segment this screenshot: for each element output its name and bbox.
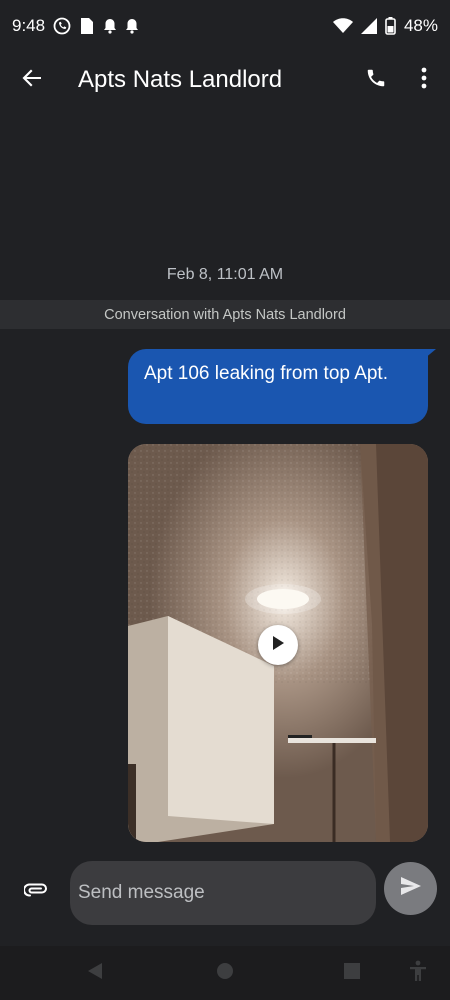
nav-accessibility-button[interactable] — [403, 960, 433, 986]
nav-back-button[interactable] — [80, 960, 110, 986]
whatsapp-icon — [53, 17, 71, 35]
send-icon — [400, 876, 422, 901]
more-options-button[interactable] — [400, 52, 448, 108]
call-button[interactable] — [352, 52, 400, 108]
phone-icon — [365, 67, 387, 94]
outgoing-message-bubble[interactable]: Apt 106 leaking from top Apt. — [128, 349, 428, 424]
send-button[interactable] — [384, 862, 437, 915]
status-bar: 9:48 48% — [0, 0, 450, 52]
bell-icon — [103, 18, 117, 34]
nav-recents-button[interactable] — [337, 960, 367, 986]
back-button[interactable] — [4, 52, 60, 108]
bubble-tail — [424, 349, 436, 359]
play-icon — [271, 635, 285, 656]
more-vertical-icon — [421, 67, 427, 94]
message-input[interactable] — [70, 861, 376, 925]
battery-icon — [385, 17, 396, 35]
status-time: 9:48 — [12, 16, 46, 35]
back-arrow-icon — [21, 67, 43, 94]
conversation-title: Apts Nats Landlord — [78, 66, 283, 93]
bell-icon — [125, 18, 139, 34]
nav-home-button[interactable] — [210, 960, 240, 986]
conversation-banner: Conversation with Apts Nats Landlord — [0, 300, 450, 329]
app-bar: Apts Nats Landlord — [0, 52, 450, 108]
message-timestamp: Feb 8, 11:01 AM — [166, 266, 284, 283]
attach-button[interactable] — [12, 868, 60, 916]
status-left: 9:48 — [12, 16, 139, 36]
back-triangle-icon — [87, 962, 103, 985]
home-circle-icon — [216, 962, 234, 985]
video-attachment[interactable] — [128, 444, 428, 842]
play-button[interactable] — [258, 625, 298, 665]
accessibility-icon — [409, 960, 427, 987]
file-icon — [79, 17, 95, 35]
system-nav-bar — [0, 946, 450, 1000]
signal-icon — [360, 18, 377, 34]
status-right: 48% — [332, 16, 438, 36]
wifi-icon — [332, 18, 353, 34]
recents-square-icon — [343, 962, 361, 985]
paperclip-icon — [23, 883, 48, 902]
battery-percent: 48% — [403, 16, 438, 35]
